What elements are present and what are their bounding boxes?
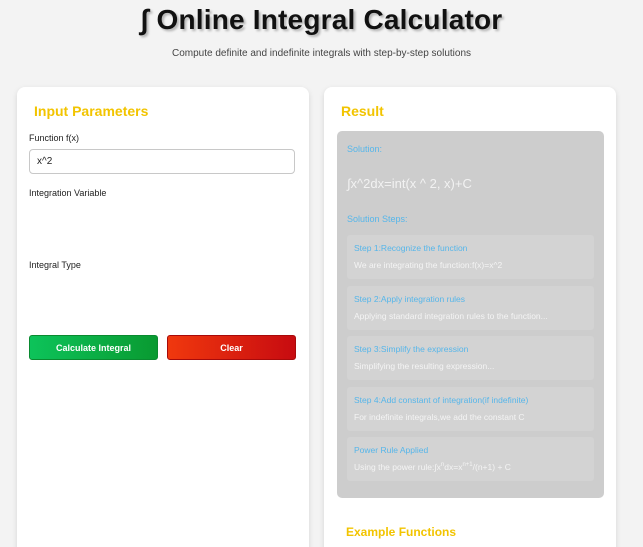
power-rule-text: Using the power rule:∫xndx=xn+1/(n+1) + … — [354, 462, 511, 472]
step-card: Step 2:Apply integration rules Applying … — [347, 286, 594, 330]
result-card: Result Solution: ∫x^2dx=int(x ^ 2, x)+C … — [324, 87, 616, 547]
example-functions-heading: Example Functions — [346, 525, 457, 539]
step-title: Step 4:Add constant of integration(if in… — [354, 395, 529, 405]
step-title: Power Rule Applied — [354, 445, 429, 455]
power-rule-text-part: dx=x — [444, 462, 463, 472]
step-title: Step 3:Simplify the expression — [354, 344, 469, 354]
solution-steps-label: Solution Steps: — [347, 214, 408, 224]
result-heading: Result — [341, 103, 384, 119]
power-rule-text-part: /(n+1) + C — [472, 462, 511, 472]
solution-expression: ∫x^2dx=int(x ^ 2, x)+C — [347, 176, 472, 191]
step-text: We are integrating the function:f(x)=x^2 — [354, 260, 503, 270]
integration-variable-label: Integration Variable — [29, 188, 107, 198]
step-text: For indefinite integrals,we add the cons… — [354, 412, 525, 422]
clear-button[interactable]: Clear — [167, 335, 296, 360]
solution-label: Solution: — [347, 144, 383, 154]
step-title: Step 1:Recognize the function — [354, 243, 468, 253]
page: ∫ Online Integral Calculator Compute def… — [0, 0, 643, 547]
step-text: Simplifying the resulting expression... — [354, 361, 495, 371]
page-subtitle: Compute definite and indefinite integral… — [171, 48, 472, 59]
input-parameters-card: Input Parameters Function f(x) x^2 Integ… — [17, 87, 309, 547]
step-card: Step 3:Simplify the expression Simplifyi… — [347, 336, 594, 380]
power-rule-text-part: Using the power rule:∫x — [354, 462, 441, 472]
function-label: Function f(x) — [29, 133, 80, 143]
input-parameters-heading: Input Parameters — [34, 103, 149, 119]
page-title: ∫ Online Integral Calculator — [140, 4, 503, 35]
step-card: Power Rule Applied Using the power rule:… — [347, 437, 594, 481]
step-card: Step 1:Recognize the function We are int… — [347, 235, 594, 279]
integral-type-label: Integral Type — [29, 260, 81, 270]
step-title: Step 2:Apply integration rules — [354, 294, 466, 304]
result-box: Solution: ∫x^2dx=int(x ^ 2, x)+C Solutio… — [337, 131, 604, 498]
step-card: Step 4:Add constant of integration(if in… — [347, 387, 594, 431]
step-text: Applying standard integration rules to t… — [354, 311, 548, 321]
calculate-integral-button[interactable]: Calculate Integral — [29, 335, 158, 360]
power-rule-exponent: n+1 — [462, 462, 473, 468]
function-input[interactable]: x^2 — [29, 149, 295, 174]
